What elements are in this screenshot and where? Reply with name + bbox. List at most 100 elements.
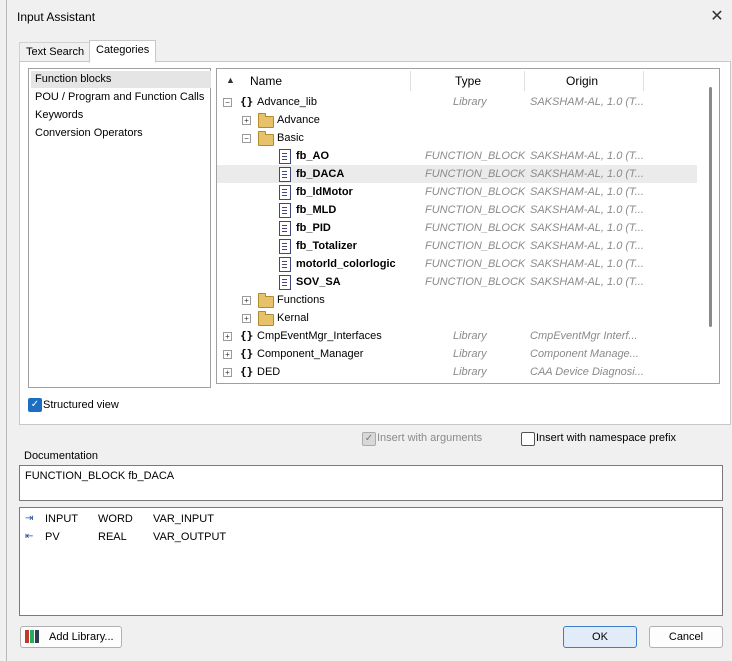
structured-view-checkbox[interactable]: ✓ (28, 398, 42, 412)
insert-with-namespace-prefix-checkbox[interactable] (521, 432, 535, 446)
sort-ascending-icon[interactable]: ▲ (226, 75, 235, 85)
column-separator[interactable] (410, 71, 411, 91)
tree-row-motorld-colorlogic[interactable]: motorld_colorlogic FUNCTION_BLOCK SAKSHA… (217, 255, 697, 273)
category-item-pou-calls[interactable]: POU / Program and Function Calls (31, 89, 211, 106)
insert-with-arguments-label: Insert with arguments (377, 432, 483, 444)
window-title: Input Assistant (17, 10, 96, 24)
library-braces-icon: {} (240, 329, 254, 342)
tree-item-name: fb_Totalizer (296, 240, 357, 252)
tree-item-name: motorld_colorlogic (296, 258, 396, 270)
documentation-box: FUNCTION_BLOCK fb_DACA (19, 465, 723, 501)
tree-item-origin: SAKSHAM-AL, 1.0 (T... (530, 186, 644, 198)
tree-row-fb-ldmotor[interactable]: fb_ldMotor FUNCTION_BLOCK SAKSHAM-AL, 1.… (217, 183, 697, 201)
tree-item-name: SOV_SA (296, 276, 341, 288)
tree-item-type: Library (453, 330, 487, 342)
folder-icon (258, 113, 274, 128)
tree-item-type: FUNCTION_BLOCK (425, 276, 526, 288)
category-item-keywords[interactable]: Keywords (31, 107, 211, 124)
tree-item-name: Component_Manager (257, 348, 364, 360)
tree-row-fb-mld[interactable]: fb_MLD FUNCTION_BLOCK SAKSHAM-AL, 1.0 (T… (217, 201, 697, 219)
tree-row-fb-totalizer[interactable]: fb_Totalizer FUNCTION_BLOCK SAKSHAM-AL, … (217, 237, 697, 255)
tree-item-name: Basic (277, 132, 304, 144)
input-variable-icon: ⇥ (25, 513, 34, 524)
folder-icon (258, 293, 274, 308)
add-library-button[interactable]: Add Library... (20, 626, 122, 648)
tree-item-type: FUNCTION_BLOCK (425, 222, 526, 234)
tree-row-fb-ao[interactable]: fb_AO FUNCTION_BLOCK SAKSHAM-AL, 1.0 (T.… (217, 147, 697, 165)
folder-open-icon (258, 131, 274, 146)
tree-row-fb-daca[interactable]: fb_DACA FUNCTION_BLOCK SAKSHAM-AL, 1.0 (… (217, 165, 697, 183)
tree-row-fb-pid[interactable]: fb_PID FUNCTION_BLOCK SAKSHAM-AL, 1.0 (T… (217, 219, 697, 237)
expand-icon[interactable]: + (242, 116, 251, 125)
tree-item-type: FUNCTION_BLOCK (425, 258, 526, 270)
variable-row: ⇥ INPUT WORD VAR_INPUT (20, 510, 320, 528)
tree-item-name: DED (257, 366, 281, 378)
tree-item-type: Library (453, 348, 487, 360)
collapse-icon[interactable]: − (242, 134, 251, 143)
tree-item-type: FUNCTION_BLOCK (425, 204, 526, 216)
function-block-icon (279, 149, 291, 164)
tree-row-advance-lib[interactable]: − {} Advance_lib Library SAKSHAM-AL, 1.0… (217, 93, 697, 111)
tree-row-functions[interactable]: + Functions (217, 291, 697, 309)
column-header-type[interactable]: Type (455, 69, 481, 91)
tree-row-sov-sa[interactable]: SOV_SA FUNCTION_BLOCK SAKSHAM-AL, 1.0 (T… (217, 273, 697, 291)
tree-item-name: CmpEventMgr_Interfaces (257, 330, 382, 342)
close-icon[interactable]: ✕ (707, 7, 727, 27)
collapse-icon[interactable]: − (223, 98, 232, 107)
tree-row-cmpeventmgr-interfaces[interactable]: + {} CmpEventMgr_Interfaces Library CmpE… (217, 327, 697, 345)
tree-item-origin: SAKSHAM-AL, 1.0 (T... (530, 150, 644, 162)
expand-icon[interactable]: + (242, 296, 251, 305)
documentation-text: FUNCTION_BLOCK fb_DACA (25, 470, 175, 482)
tree-item-type: FUNCTION_BLOCK (425, 168, 526, 180)
tree-row-advance[interactable]: + Advance (217, 111, 697, 129)
tree-row-component-manager[interactable]: + {} Component_Manager Library Component… (217, 345, 697, 363)
tree-item-origin: SAKSHAM-AL, 1.0 (T... (530, 222, 644, 234)
variables-list: ⇥ INPUT WORD VAR_INPUT ⇤ PV REAL VAR_OUT… (19, 507, 723, 616)
input-assistant-window: Input Assistant ✕ Text Search Categories… (6, 0, 732, 661)
category-item-conversion-operators[interactable]: Conversion Operators (31, 125, 211, 142)
library-braces-icon: {} (240, 347, 254, 360)
tree-row-ded[interactable]: + {} DED Library CAA Device Diagnosi... (217, 363, 697, 381)
cancel-button[interactable]: Cancel (649, 626, 723, 648)
column-separator[interactable] (524, 71, 525, 91)
documentation-label: Documentation (24, 450, 98, 462)
tree-item-type: FUNCTION_BLOCK (425, 150, 526, 162)
variable-row: ⇤ PV REAL VAR_OUTPUT (20, 528, 320, 546)
category-item-function-blocks[interactable]: Function blocks (31, 71, 211, 88)
function-block-icon (279, 185, 291, 200)
expand-icon[interactable]: + (223, 332, 232, 341)
tree-item-origin: SAKSHAM-AL, 1.0 (T... (530, 240, 644, 252)
tab-categories[interactable]: Categories (89, 40, 157, 63)
column-header-name[interactable]: Name (250, 69, 282, 91)
tab-text-search[interactable]: Text Search (19, 42, 92, 61)
function-block-icon (279, 239, 291, 254)
library-tree[interactable]: ▲ Name Type Origin − {} Advance_lib Libr… (216, 68, 720, 384)
expand-icon[interactable]: + (242, 314, 251, 323)
variable-type: WORD (98, 513, 133, 525)
expand-icon[interactable]: + (223, 368, 232, 377)
column-header-origin[interactable]: Origin (566, 69, 598, 91)
expand-icon[interactable]: + (223, 350, 232, 359)
library-braces-icon: {} (240, 365, 254, 378)
function-block-icon (279, 221, 291, 236)
function-block-icon (279, 167, 291, 182)
tree-scrollbar-thumb[interactable] (709, 87, 712, 327)
variable-kind: VAR_OUTPUT (153, 531, 227, 543)
add-library-label: Add Library... (49, 631, 114, 643)
insert-with-arguments-checkbox[interactable]: ✓ (362, 432, 376, 446)
column-separator[interactable] (643, 71, 644, 91)
tree-item-name: fb_PID (296, 222, 331, 234)
variable-name: INPUT (45, 513, 78, 525)
tree-item-name: Advance_lib (257, 96, 317, 108)
ok-button[interactable]: OK (563, 626, 637, 648)
function-block-icon (279, 203, 291, 218)
tree-item-origin: CAA Device Diagnosi... (530, 366, 644, 378)
tree-item-name: fb_MLD (296, 204, 337, 216)
tree-item-name: fb_ldMotor (296, 186, 353, 198)
tree-item-name: Advance (277, 114, 320, 126)
category-list[interactable]: Function blocks POU / Program and Functi… (28, 68, 211, 388)
tree-row-kernal[interactable]: + Kernal (217, 309, 697, 327)
tree-item-type: Library (453, 366, 487, 378)
tree-row-basic[interactable]: − Basic (217, 129, 697, 147)
tree-item-name: Functions (277, 294, 325, 306)
